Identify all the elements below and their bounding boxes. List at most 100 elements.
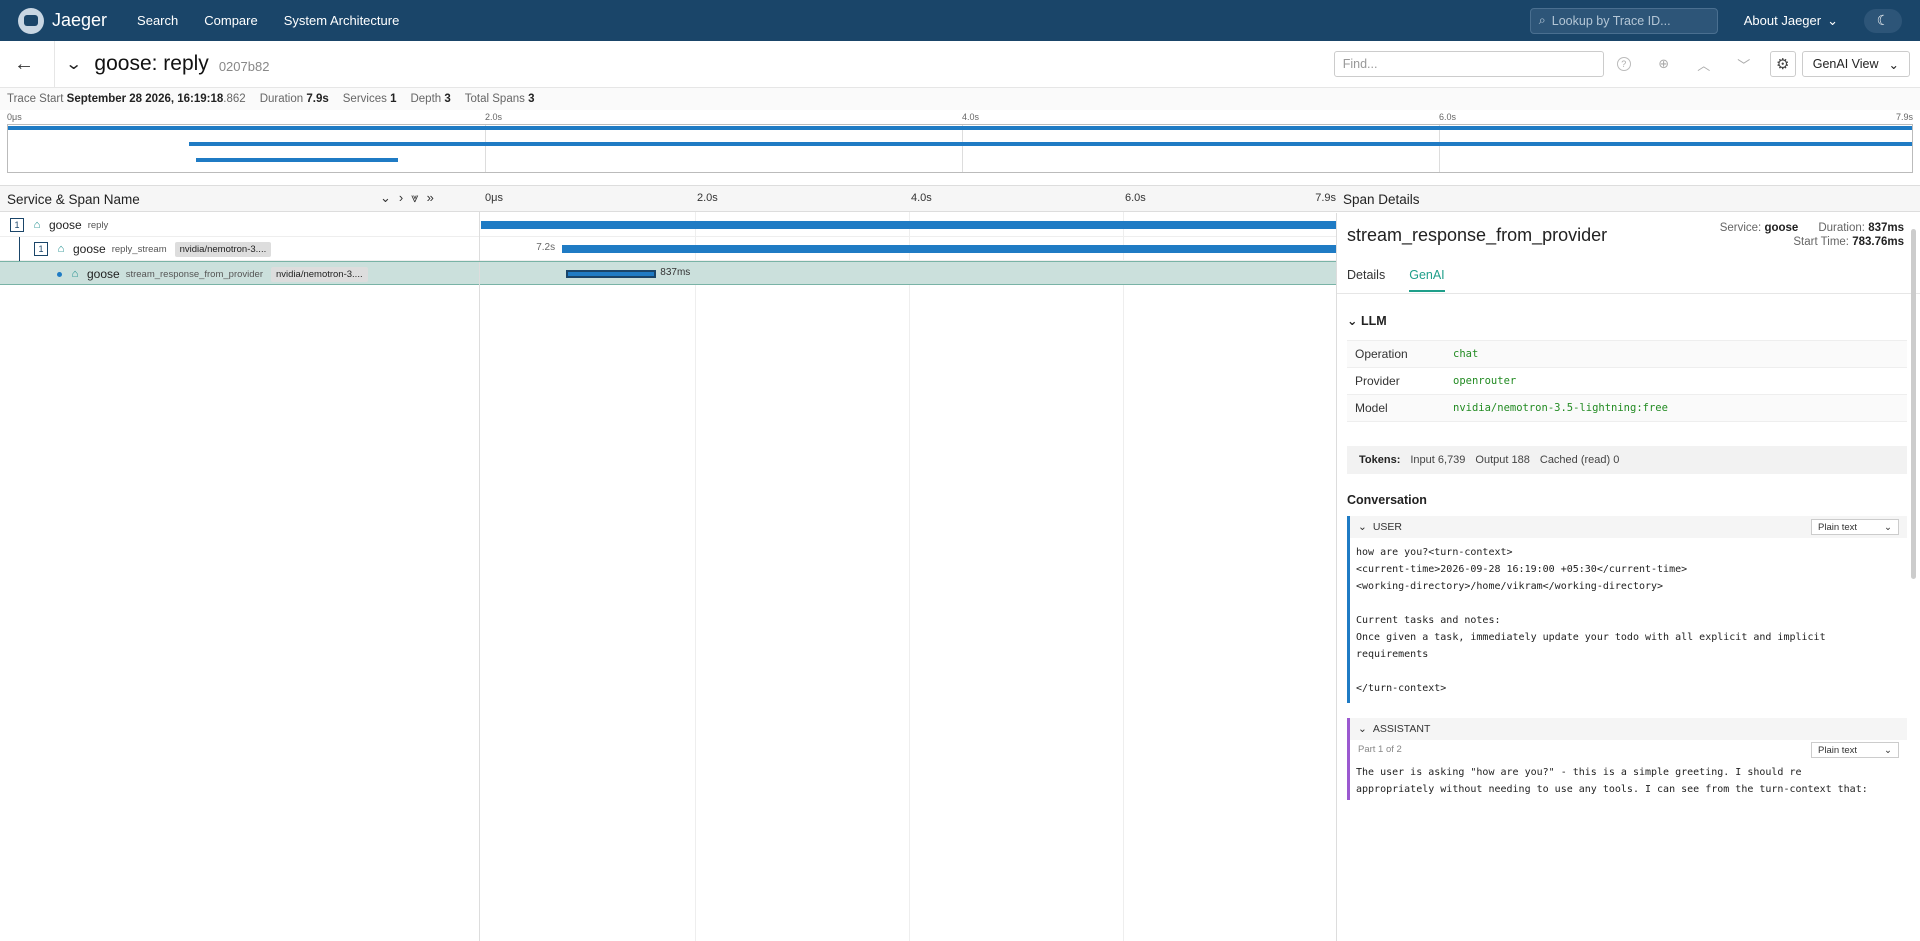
service-icon: ⌂ xyxy=(71,268,79,280)
message-header[interactable]: ⌄ ASSISTANT xyxy=(1350,718,1907,740)
attr-key: Operation xyxy=(1355,347,1408,361)
message-header[interactable]: ⌄ USER Plain text ⌄ xyxy=(1350,516,1907,538)
gear-icon: ⚙ xyxy=(1776,56,1790,73)
child-count-badge[interactable]: 1 xyxy=(10,218,24,232)
service-name: goose xyxy=(73,242,106,256)
expand-all-icon[interactable]: » xyxy=(427,190,434,206)
brand-name: Jaeger xyxy=(52,10,108,30)
minimap-ticks: 0μs 2.0s 4.0s 6.0s 7.9s xyxy=(7,110,1913,124)
service-icon: ⌂ xyxy=(33,219,41,231)
span-bar[interactable] xyxy=(565,270,657,278)
jaeger-logo-icon xyxy=(18,7,44,34)
expand-one-icon[interactable]: › xyxy=(399,190,403,206)
span-details-title: stream_response_from_provider xyxy=(1347,225,1608,245)
search-icon: ⌕ xyxy=(1538,13,1546,27)
part-label: Part 1 of 2 xyxy=(1358,744,1402,755)
operation-name: stream_response_from_provider xyxy=(125,268,263,280)
timeline-gridline xyxy=(695,212,696,941)
trace-start: Trace Start September 28 2026, 16:19:18.… xyxy=(7,93,246,105)
nav-search[interactable]: Search xyxy=(137,13,178,28)
span-name-cell[interactable]: ⌂ goose stream_response_from_provider nv… xyxy=(0,262,479,286)
leaf-dot-icon xyxy=(57,271,62,277)
span-row-selected[interactable]: ⌂ goose stream_response_from_provider nv… xyxy=(0,261,1336,286)
timeline-tick: 6.0s xyxy=(1125,192,1146,204)
find-input[interactable]: Find... xyxy=(1333,51,1604,77)
timeline-header: Service & Span Name ⌄ › ⩔ » 0μs 2.0s 4.0… xyxy=(0,185,1920,212)
span-service: Service: goose xyxy=(1719,222,1799,234)
tokens-input: Input 6,739 xyxy=(1410,454,1466,466)
collapse-all-icon[interactable]: ⩔ xyxy=(411,190,418,206)
divider xyxy=(1337,293,1920,294)
tokens-output: Output 188 xyxy=(1475,454,1530,466)
divider xyxy=(479,262,480,286)
about-jaeger-menu[interactable]: About Jaeger ⌄ xyxy=(1744,13,1838,29)
span-row[interactable]: 1 ⌂ goose reply_stream nvidia/nemotron-3… xyxy=(0,237,1336,261)
nav-system-architecture[interactable]: System Architecture xyxy=(284,13,400,28)
theme-toggle-button[interactable]: ☾ xyxy=(1864,8,1902,33)
format-select[interactable]: Plain text ⌄ xyxy=(1811,519,1899,535)
service-span-header: Service & Span Name xyxy=(7,192,140,207)
timeline-tick: 7.9s xyxy=(1315,192,1336,204)
trace-duration: Duration 7.9s xyxy=(259,93,329,105)
trace-services: Services 1 xyxy=(342,93,397,105)
trace-id-lookup-input[interactable]: ⌕ Lookup by Trace ID... xyxy=(1529,7,1718,34)
span-duration-label: 7.2s xyxy=(536,242,556,253)
trace-title: goose: reply xyxy=(94,52,209,75)
view-mode-select[interactable]: GenAI View ⌄ xyxy=(1801,51,1910,77)
minimap-tick: 2.0s xyxy=(485,112,503,122)
trace-depth: Depth 3 xyxy=(410,93,451,105)
name-column-divider[interactable] xyxy=(479,212,480,941)
trace-minimap[interactable]: 0μs 2.0s 4.0s 6.0s 7.9s xyxy=(7,110,1913,173)
llm-attr-row: Operation chat xyxy=(1347,341,1907,368)
minimap-span-bar xyxy=(188,142,1912,146)
operation-name: reply_stream xyxy=(111,243,167,255)
prev-match-button[interactable]: ︿ xyxy=(1684,51,1724,77)
collapse-one-icon[interactable]: ⌄ xyxy=(380,190,391,206)
details-scrollbar[interactable] xyxy=(1911,229,1916,579)
model-tag: nvidia/nemotron-3.... xyxy=(271,266,368,282)
format-select[interactable]: Plain text ⌄ xyxy=(1811,742,1899,758)
span-bar[interactable] xyxy=(562,245,1336,253)
trace-id: 0207b82 xyxy=(218,58,270,74)
help-button[interactable]: ? xyxy=(1604,51,1644,77)
collapse-chevron-icon[interactable]: ⌄ xyxy=(65,54,82,74)
tokens-cached: Cached (read) 0 xyxy=(1539,454,1620,466)
minimap-gridline xyxy=(962,125,963,172)
span-name-cell[interactable]: 1 ⌂ goose reply xyxy=(0,213,479,237)
span-details-panel: stream_response_from_provider Service: g… xyxy=(1336,213,1920,941)
settings-button[interactable]: ⚙ xyxy=(1769,51,1796,77)
span-start-time: Start Time: 783.76ms xyxy=(1793,236,1904,248)
timeline-tick: 2.0s xyxy=(697,192,718,204)
model-tag: nvidia/nemotron-3.... xyxy=(174,241,272,257)
trace-id-placeholder: Lookup by Trace ID... xyxy=(1551,13,1671,28)
llm-section-toggle[interactable]: ⌄ LLM xyxy=(1347,313,1387,328)
child-count-badge[interactable]: 1 xyxy=(34,242,48,256)
span-name-cell[interactable]: 1 ⌂ goose reply_stream nvidia/nemotron-3… xyxy=(0,237,479,261)
attr-key: Model xyxy=(1355,401,1388,415)
tab-genai[interactable]: GenAI xyxy=(1409,268,1445,292)
details-tabs: Details GenAI xyxy=(1347,268,1445,292)
chevron-down-icon: ⌄ xyxy=(1358,521,1367,533)
divider xyxy=(479,237,480,261)
span-bar[interactable] xyxy=(481,221,1336,229)
attr-value: chat xyxy=(1453,348,1479,360)
conversation-title: Conversation xyxy=(1347,493,1427,507)
minimap-tick: 0μs xyxy=(7,112,22,122)
jaeger-logo[interactable]: Jaeger xyxy=(18,7,108,34)
tab-details[interactable]: Details xyxy=(1347,268,1385,292)
tokens-label: Tokens: xyxy=(1359,454,1401,466)
llm-attributes: Operation chat Provider openrouter Model nv… xyxy=(1347,340,1907,422)
attr-key: Provider xyxy=(1355,374,1400,388)
span-row[interactable]: 1 ⌂ goose reply xyxy=(0,213,1336,237)
locate-button[interactable]: ⊕ xyxy=(1644,51,1684,77)
minimap-canvas[interactable] xyxy=(7,124,1913,173)
next-match-button[interactable]: ﹀ xyxy=(1724,51,1764,77)
nav-compare[interactable]: Compare xyxy=(204,13,257,28)
minimap-tick: 7.9s xyxy=(1895,112,1913,122)
crosshair-icon: ⊕ xyxy=(1658,56,1670,71)
llm-attr-row: Provider openrouter xyxy=(1347,368,1907,395)
minimap-tick: 4.0s xyxy=(962,112,980,122)
expand-controls: ⌄ › ⩔ » xyxy=(380,190,434,206)
message-role: ASSISTANT xyxy=(1372,723,1431,735)
back-arrow-icon[interactable]: ← xyxy=(14,53,42,76)
